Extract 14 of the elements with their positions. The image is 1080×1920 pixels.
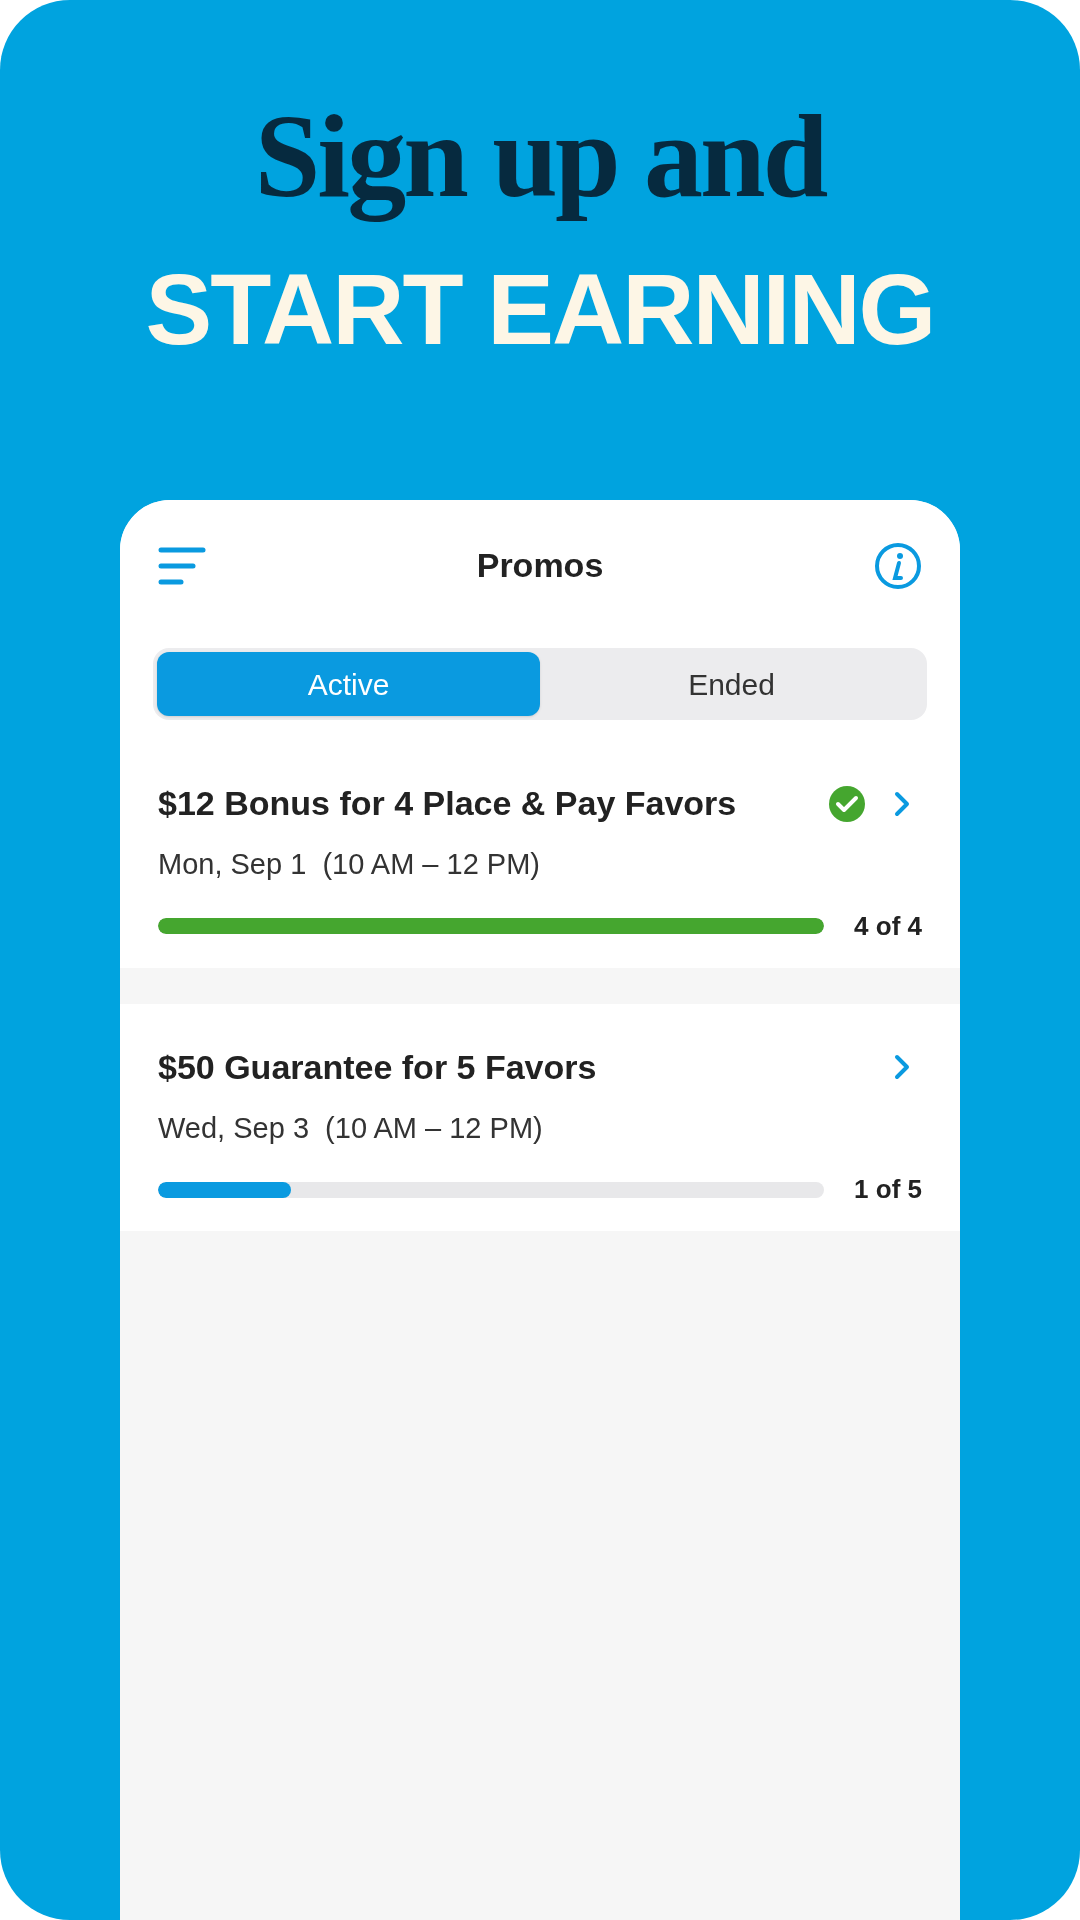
progress-count: 1 of 5 [854,1173,922,1206]
headline-text: START EARNING [145,252,935,367]
headline-text: Sign up and [254,92,826,222]
chevron-right-icon[interactable] [894,790,910,817]
screen-title: Promos [476,545,604,586]
tab[interactable]: Ended [540,652,923,716]
promo-title: $12 Bonus for 4 Place & Pay Favors [158,783,738,824]
promo-date: Mon, Sep 1 (10 AM – 12 PM) [158,847,541,882]
menu-icon[interactable] [158,545,206,586]
promo-title: $50 Guarantee for 5 Favors [158,1046,598,1088]
progress-count: 4 of 4 [854,909,922,943]
promo-date: Wed, Sep 3 (10 AM – 12 PM) [158,1110,544,1146]
chevron-right-icon[interactable] [894,1054,910,1080]
info-icon[interactable] [874,541,922,590]
